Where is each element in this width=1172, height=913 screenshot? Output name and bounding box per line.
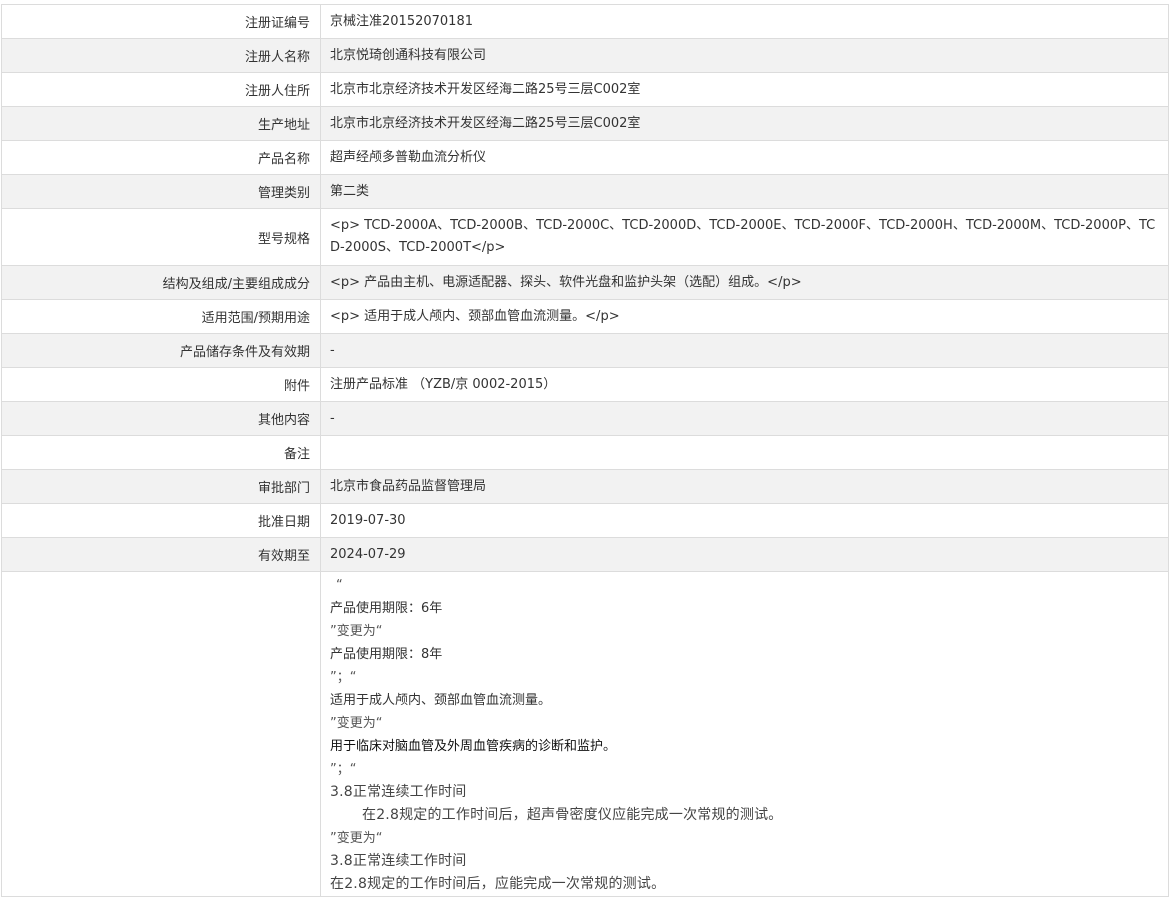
field-label: 注册人名称 [1, 38, 321, 73]
field-label: 产品储存条件及有效期 [1, 333, 321, 368]
field-value: 2024-07-29 [320, 537, 1169, 572]
field-label: 审批部门 [1, 469, 321, 504]
note-line: “ [336, 578, 343, 593]
row-product-name: 产品名称 超声经颅多普勒血流分析仪 [1, 140, 1169, 175]
row-registrant-address: 注册人住所 北京市北京经济技术开发区经海二路25号三层C002室 [1, 72, 1169, 107]
field-value: 2019-07-30 [320, 503, 1169, 538]
field-value: <p> 产品由主机、电源适配器、探头、软件光盘和监护头架（选配）组成。</p> [320, 265, 1169, 300]
note-line: 适用于成人颅内、颈部血管血流测量。 [330, 693, 552, 708]
row-remarks: 备注 [1, 435, 1169, 470]
row-management-category: 管理类别 第二类 [1, 174, 1169, 209]
row-registrant-name: 注册人名称 北京悦琦创通科技有限公司 [1, 38, 1169, 73]
note-line: ”变更为“ [330, 831, 383, 846]
note-line: 3.8正常连续工作时间 [330, 784, 467, 800]
field-value: 超声经颅多普勒血流分析仪 [320, 140, 1169, 175]
field-value: 北京市北京经济技术开发区经海二路25号三层C002室 [320, 72, 1169, 107]
note-line: ”变更为“ [330, 624, 383, 639]
field-value: 北京市食品药品监督管理局 [320, 469, 1169, 504]
field-label: 产品名称 [1, 140, 321, 175]
field-label: 有效期至 [1, 537, 321, 572]
field-label: 适用范围/预期用途 [1, 299, 321, 334]
field-label: 注册证编号 [1, 4, 321, 39]
field-value [320, 435, 1169, 470]
field-value: - [320, 401, 1169, 436]
row-storage-conditions: 产品储存条件及有效期 - [1, 333, 1169, 368]
row-valid-until: 有效期至 2024-07-29 [1, 537, 1169, 572]
row-attachment: 附件 注册产品标准 （YZB/京 0002-2015） [1, 367, 1169, 402]
field-label: 管理类别 [1, 174, 321, 209]
field-label: 注册人住所 [1, 72, 321, 107]
field-label: 附件 [1, 367, 321, 402]
note-line: ”；“ [330, 670, 357, 685]
field-value: 第二类 [320, 174, 1169, 209]
change-notes: “ 产品使用期限：6年 ”变更为“ 产品使用期限：8年 ”；“ 适用于成人颅内、… [320, 571, 1169, 897]
row-structure-composition: 结构及组成/主要组成成分 <p> 产品由主机、电源适配器、探头、软件光盘和监护头… [1, 265, 1169, 300]
note-line: 产品使用期限：6年 [330, 601, 443, 616]
row-approval-date: 批准日期 2019-07-30 [1, 503, 1169, 538]
field-label: 生产地址 [1, 106, 321, 141]
row-change-notes: “ 产品使用期限：6年 ”变更为“ 产品使用期限：8年 ”；“ 适用于成人颅内、… [1, 571, 1169, 897]
row-production-address: 生产地址 北京市北京经济技术开发区经海二路25号三层C002室 [1, 106, 1169, 141]
field-label: 结构及组成/主要组成成分 [1, 265, 321, 300]
row-approval-department: 审批部门 北京市食品药品监督管理局 [1, 469, 1169, 504]
row-other-content: 其他内容 - [1, 401, 1169, 436]
field-label-empty [1, 571, 321, 897]
note-line: 产品使用期限：8年 [330, 647, 443, 662]
note-line: ”；“ [330, 762, 357, 777]
field-label: 备注 [1, 435, 321, 470]
field-value: 注册产品标准 （YZB/京 0002-2015） [320, 367, 1169, 402]
field-value: 京械注准20152070181 [320, 4, 1169, 39]
field-label: 批准日期 [1, 503, 321, 538]
note-line: 在2.8规定的工作时间后，超声骨密度仪应能完成一次常规的测试。 [362, 807, 783, 823]
note-line: ”变更为“ [330, 716, 383, 731]
note-line: 在2.8规定的工作时间后，应能完成一次常规的测试。 [330, 876, 666, 892]
field-label: 其他内容 [1, 401, 321, 436]
registration-info-table: 注册证编号 京械注准20152070181 注册人名称 北京悦琦创通科技有限公司… [1, 4, 1169, 897]
row-registration-number: 注册证编号 京械注准20152070181 [1, 4, 1169, 39]
note-line: 3.8正常连续工作时间 [330, 853, 467, 869]
row-intended-use: 适用范围/预期用途 <p> 适用于成人颅内、颈部血管血流测量。</p> [1, 299, 1169, 334]
note-line: 用于临床对脑血管及外周血管疾病的诊断和监护。 [330, 739, 617, 754]
field-value: 北京悦琦创通科技有限公司 [320, 38, 1169, 73]
field-value: 北京市北京经济技术开发区经海二路25号三层C002室 [320, 106, 1169, 141]
field-value: <p> TCD-2000A、TCD-2000B、TCD-2000C、TCD-20… [320, 208, 1169, 266]
field-value: <p> 适用于成人颅内、颈部血管血流测量。</p> [320, 299, 1169, 334]
field-value: - [320, 333, 1169, 368]
row-model-spec: 型号规格 <p> TCD-2000A、TCD-2000B、TCD-2000C、T… [1, 208, 1169, 266]
field-label: 型号规格 [1, 208, 321, 266]
